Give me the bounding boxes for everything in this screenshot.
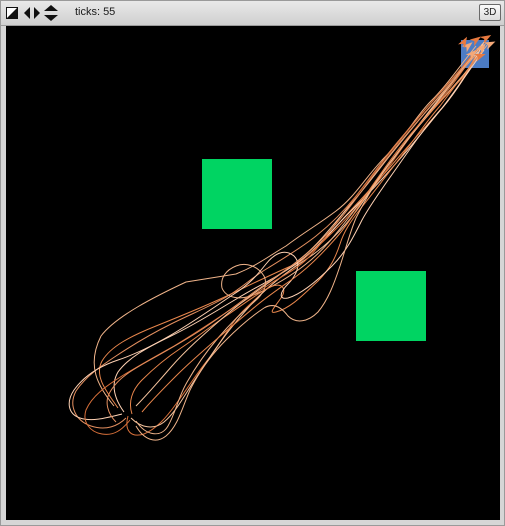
- agent-trail: [126, 47, 479, 436]
- agent-trail: [130, 39, 487, 428]
- world-canvas: [68, 35, 496, 441]
- agent-trail: [106, 55, 475, 423]
- vertical-arrows-icon[interactable]: [43, 5, 59, 21]
- obstacle-patch: [202, 159, 272, 229]
- horizontal-arrows-icon[interactable]: [23, 6, 41, 20]
- simulation-window: ticks: 55 3D: [0, 0, 505, 526]
- world-view[interactable]: [6, 26, 500, 520]
- agent-trail: [84, 49, 477, 435]
- agent-trail: [93, 45, 477, 407]
- ticks-readout: ticks: 55: [75, 6, 115, 18]
- edit-shape-icon[interactable]: [5, 6, 19, 20]
- ticks-label: ticks:: [75, 6, 101, 18]
- agent-trail: [98, 43, 483, 409]
- view-3d-button[interactable]: 3D: [479, 4, 501, 21]
- toolbar: ticks: 55 3D: [1, 1, 504, 26]
- agent-trail: [68, 49, 485, 421]
- agent-trails: [68, 39, 489, 441]
- obstacle-patch: [356, 271, 426, 341]
- agent-trail: [141, 47, 485, 413]
- ticks-value: 55: [103, 6, 116, 18]
- agent-trail: [72, 45, 481, 429]
